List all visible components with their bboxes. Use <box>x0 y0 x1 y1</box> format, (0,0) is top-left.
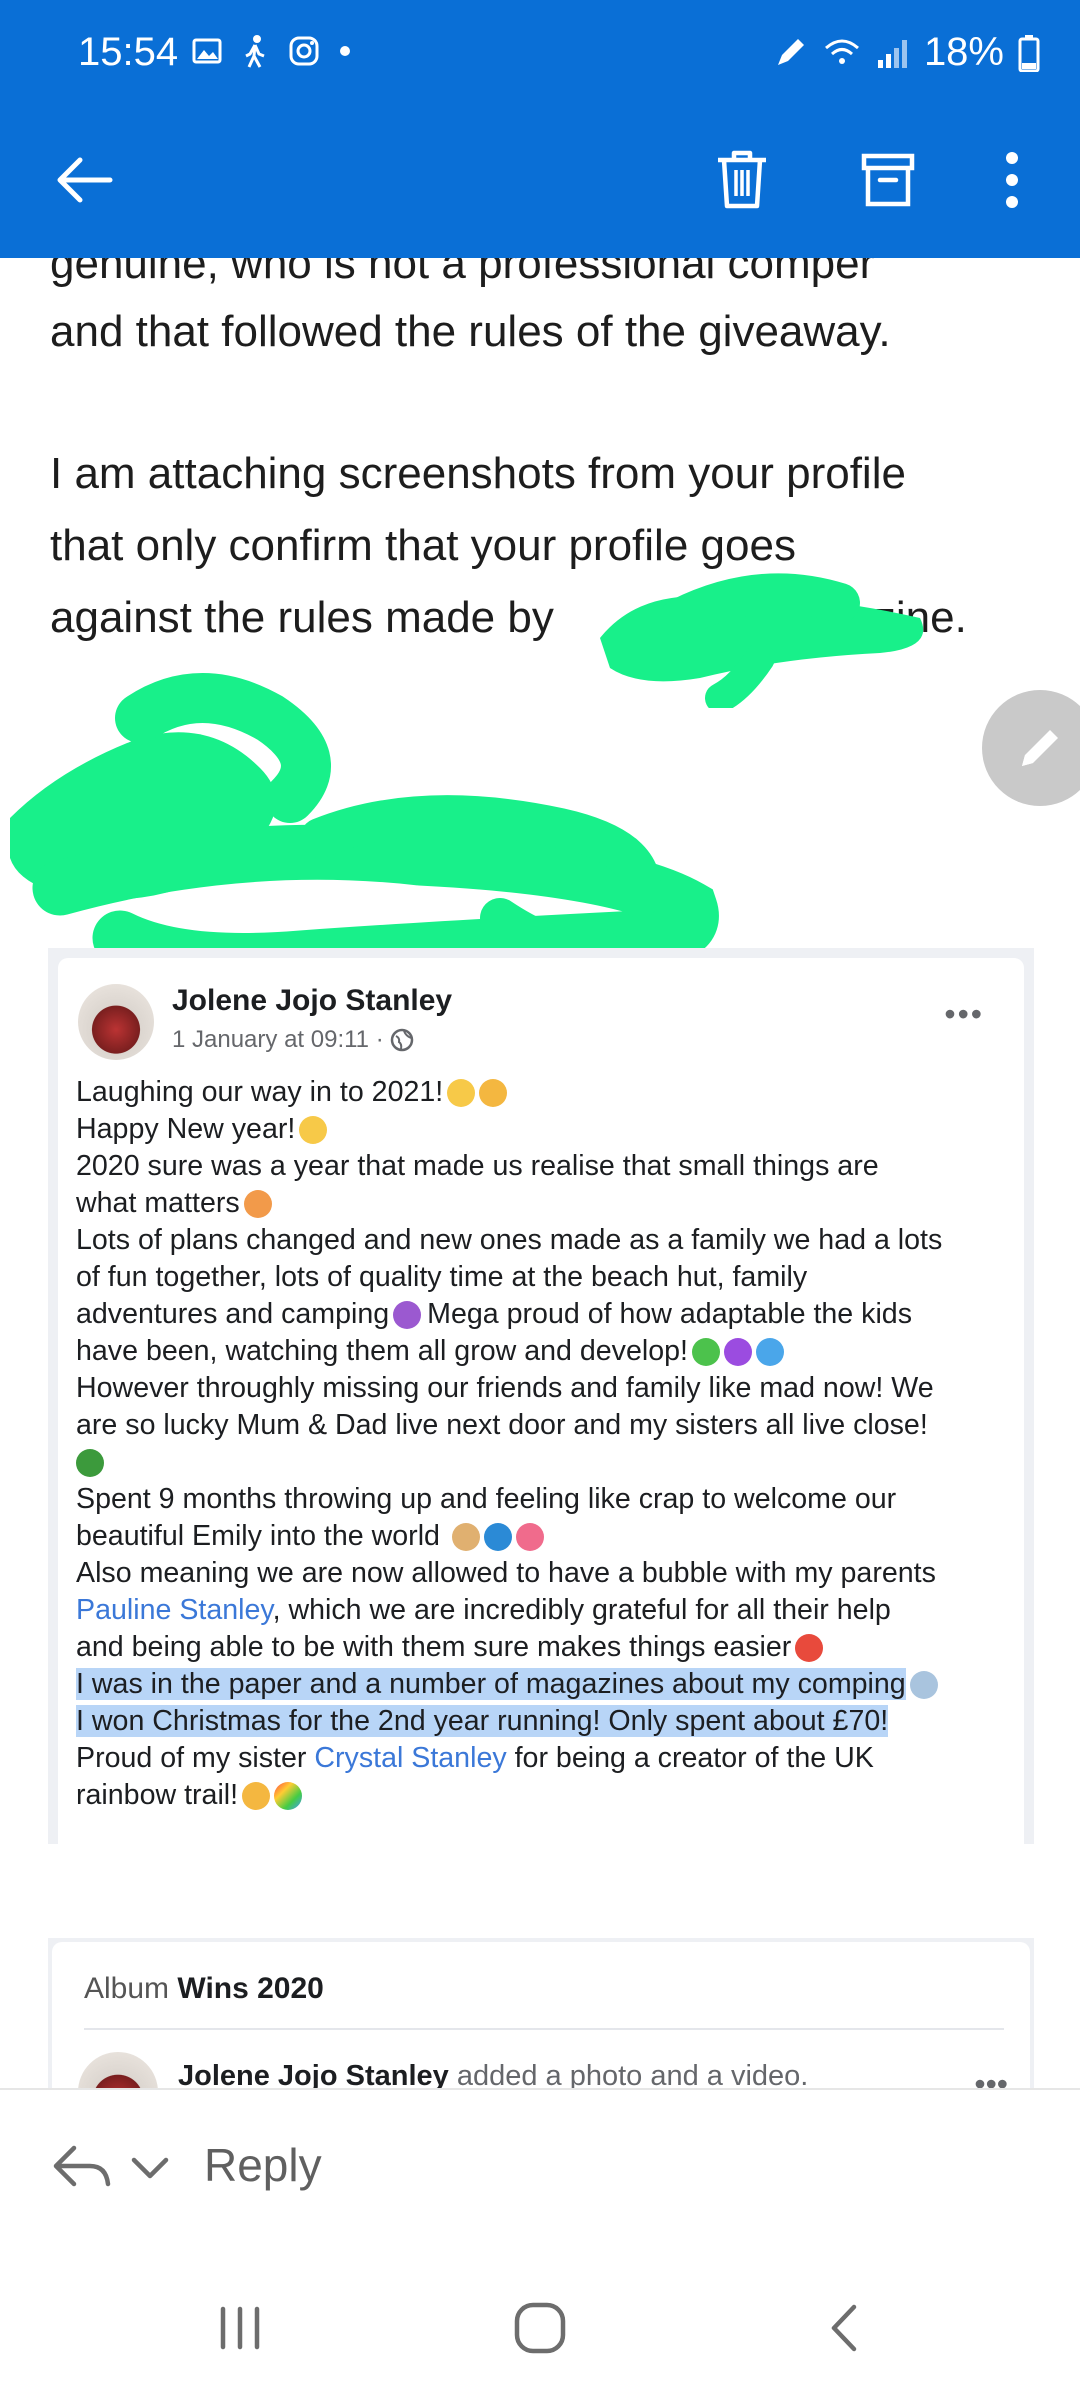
post-line: for being a creator of the UK <box>506 1742 874 1774</box>
laughing-emoji-icon <box>447 1079 476 1108</box>
delete-button[interactable] <box>702 140 782 220</box>
post-line: rainbow trail! <box>76 1779 239 1811</box>
attach-3-start: against the rules made by <box>50 593 554 642</box>
album-activity: Jolene Jojo Stanley added a photo and a … <box>178 2060 808 2088</box>
more-vertical-icon <box>1006 152 1018 208</box>
post-author: Jolene Jojo Stanley <box>172 984 453 1017</box>
grin-emoji-icon <box>299 1116 328 1145</box>
wifi-icon <box>824 39 859 64</box>
redaction-scribble-2 <box>10 673 719 978</box>
archive-icon <box>861 153 915 207</box>
post-date-text: 1 January at 09:11 · <box>172 1026 384 1053</box>
post-line: Laughing our way in to 2021! <box>76 1076 444 1108</box>
home-icon <box>514 2302 566 2354</box>
album-more-icon: ••• <box>974 2066 1008 2088</box>
email-paragraph-attach-1: I am attaching screenshots from your pro… <box>50 449 906 498</box>
email-paragraph-rules: and that followed the rules of the givea… <box>50 307 891 356</box>
green-heart-icon <box>692 1338 720 1367</box>
post-line: have been, watching them all grow and de… <box>76 1335 688 1367</box>
divider <box>84 2028 1004 2030</box>
album-card: Album Wins 2020 Jolene Jojo Stanley adde… <box>52 1942 1030 2088</box>
avatar <box>78 984 154 1060</box>
archive-button[interactable] <box>848 140 928 220</box>
mention-link[interactable]: Crystal Stanley <box>314 1742 506 1774</box>
cut-off-line: genuine, who is not a professional compe… <box>50 258 875 288</box>
tree-emoji-icon <box>76 1449 104 1478</box>
star-struck-emoji-icon <box>393 1301 422 1330</box>
status-time: 15:54 <box>78 30 179 74</box>
battery-icon <box>1018 34 1040 72</box>
post-line: beautiful Emily into the world <box>76 1520 440 1552</box>
battery-percent: 18% <box>923 30 1004 74</box>
instagram-icon <box>289 36 319 66</box>
message-toolbar <box>0 130 1080 230</box>
edit-fab-button[interactable] <box>982 690 1080 806</box>
avatar <box>78 2052 158 2088</box>
back-button[interactable] <box>44 140 124 220</box>
home-button[interactable] <box>500 2298 580 2358</box>
post-more-icon: ••• <box>944 996 984 1032</box>
globe-icon <box>390 1028 413 1052</box>
reply-bar: Reply <box>0 2088 1080 2260</box>
system-back-button[interactable] <box>804 2298 884 2358</box>
post-line: Lots of plans changed and new ones made … <box>76 1224 943 1256</box>
post-line: , which we are incredibly grateful for a… <box>272 1594 891 1626</box>
post-line: Happy New year! <box>76 1113 296 1145</box>
heart-face-emoji-icon <box>243 1190 272 1219</box>
post-line: what matters <box>76 1187 240 1219</box>
clapping-emoji-icon <box>242 1782 271 1811</box>
clapping-emoji-icon <box>479 1079 508 1108</box>
recents-button[interactable] <box>200 2298 280 2358</box>
signal-icon <box>877 39 907 68</box>
status-notification-icons <box>192 34 352 68</box>
trash-icon <box>718 150 766 209</box>
rainbow-emoji-icon <box>274 1782 303 1811</box>
chevron-down-icon[interactable] <box>130 2156 170 2180</box>
post-line: are so lucky Mum & Dad live next door an… <box>76 1409 928 1441</box>
reply-button[interactable]: Reply <box>204 2138 322 2192</box>
status-right: 18% <box>772 30 1040 75</box>
purple-heart-icon <box>724 1338 752 1367</box>
pen-icon <box>777 38 804 65</box>
more-options-button[interactable] <box>972 140 1052 220</box>
heart-eyes-emoji-icon <box>795 1634 824 1663</box>
globe-emoji-icon <box>483 1523 512 1552</box>
status-bar: 15:54 18% <box>0 0 1080 112</box>
post-line: Mega proud of how adaptable the kids <box>427 1298 912 1330</box>
message-body: genuine, who is not a professional compe… <box>0 258 1080 2088</box>
post-line: of fun together, lots of quality time at… <box>76 1261 808 1293</box>
dot-icon <box>340 46 350 56</box>
gallery-icon <box>192 38 222 64</box>
post-line: Also meaning we are now allowed to have … <box>76 1557 936 1589</box>
back-chevron-icon <box>831 2304 857 2352</box>
post-line: adventures and camping <box>76 1298 390 1330</box>
baby-emoji-icon <box>451 1523 480 1552</box>
heart-box-emoji-icon <box>515 1523 544 1552</box>
album-author: Jolene Jojo Stanley <box>178 2060 449 2088</box>
recents-icon <box>220 2306 260 2350</box>
system-nav-bar <box>0 2258 1080 2400</box>
album-title: Album Wins 2020 <box>84 1972 324 2006</box>
album-label: Album <box>84 1972 170 2005</box>
post-line: Spent 9 months throwing up and feeling l… <box>76 1483 897 1515</box>
post-text: Laughing our way in to 2021! Happy New y… <box>76 1074 1006 1814</box>
album-action: added a photo and a video. <box>456 2060 809 2088</box>
app-header: 15:54 18% <box>0 0 1080 258</box>
walking-icon <box>245 35 265 68</box>
facebook-post-screenshot: Jolene Jojo Stanley 1 January at 09:11 ·… <box>58 958 1024 1844</box>
highlighted-line: I won Christmas for the 2nd year running… <box>76 1705 889 1737</box>
post-line: Proud of my sister <box>76 1742 315 1774</box>
mention-link[interactable]: Pauline Stanley <box>76 1594 273 1626</box>
reply-arrow-icon[interactable] <box>52 2144 112 2188</box>
blue-heart-icon <box>756 1338 784 1367</box>
cat-emoji-icon <box>909 1671 938 1700</box>
post-line: However throughly missing our friends an… <box>76 1372 934 1404</box>
post-line: and being able to be with them sure make… <box>76 1631 792 1663</box>
pencil-icon <box>1022 730 1058 766</box>
post-line: 2020 sure was a year that made us realis… <box>76 1150 879 1182</box>
back-arrow-icon <box>57 157 113 203</box>
highlighted-line: I was in the paper and a number of magaz… <box>76 1668 906 1700</box>
post-date: 1 January at 09:11 · <box>172 1026 414 1054</box>
album-name: Wins 2020 <box>177 1972 324 2005</box>
